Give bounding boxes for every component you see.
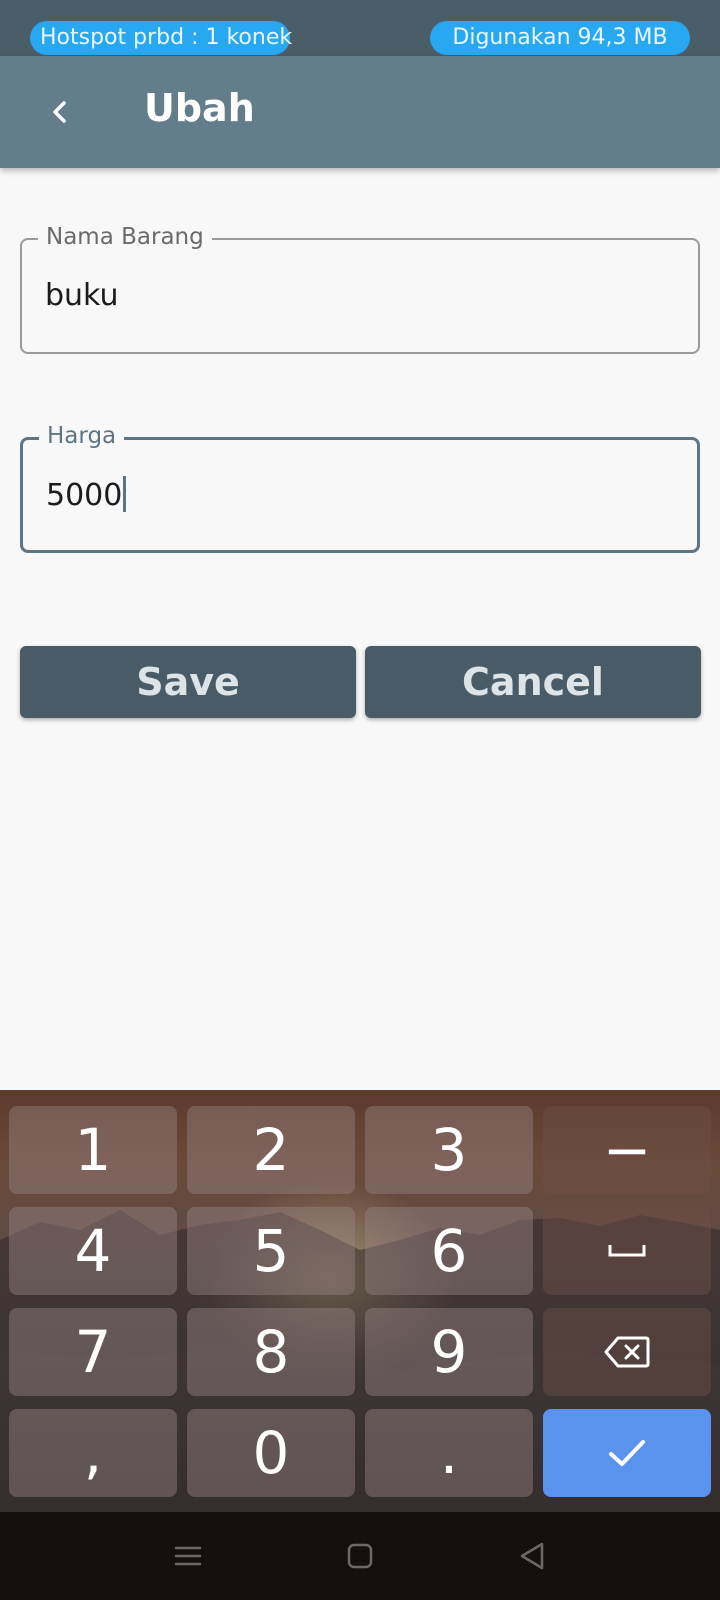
nav-home-button[interactable] <box>338 1534 382 1578</box>
key-space[interactable] <box>543 1207 711 1295</box>
data-usage-indicator: Digunakan 94,3 MB <box>430 21 690 55</box>
check-icon <box>609 1440 645 1466</box>
key-0[interactable]: 0 <box>187 1409 355 1497</box>
status-bar: Hotspot prbd : 1 konek Digunakan 94,3 MB <box>0 0 720 56</box>
key-1[interactable]: 1 <box>9 1106 177 1194</box>
key-3[interactable]: 3 <box>365 1106 533 1194</box>
backspace-icon <box>604 1336 650 1368</box>
key-9[interactable]: 9 <box>365 1308 533 1396</box>
home-icon <box>347 1543 373 1569</box>
nav-back-button[interactable] <box>510 1534 554 1578</box>
key-period[interactable]: . <box>365 1409 533 1497</box>
price-value-wrap: 5000 <box>46 475 127 513</box>
price-label: Harga <box>39 423 125 449</box>
key-comma[interactable]: , <box>9 1409 177 1497</box>
cancel-button[interactable]: Cancel <box>365 646 701 718</box>
key-5[interactable]: 5 <box>187 1207 355 1295</box>
key-6[interactable]: 6 <box>365 1207 533 1295</box>
item-name-value: buku <box>45 278 119 313</box>
save-button[interactable]: Save <box>20 646 356 718</box>
chevron-left-icon <box>53 101 66 123</box>
key-2[interactable]: 2 <box>187 1106 355 1194</box>
app-bar: Ubah <box>0 56 720 168</box>
item-name-label: Nama Barang <box>38 224 212 250</box>
key-8[interactable]: 8 <box>187 1308 355 1396</box>
space-icon <box>608 1245 646 1257</box>
key-minus[interactable]: − <box>543 1106 711 1194</box>
key-4[interactable]: 4 <box>9 1207 177 1295</box>
text-caret <box>123 475 127 512</box>
item-name-field[interactable]: Nama Barang buku <box>20 224 700 354</box>
system-nav-bar <box>0 1512 720 1600</box>
key-done[interactable] <box>543 1409 711 1497</box>
menu-icon <box>174 1546 202 1566</box>
hotspot-indicator: Hotspot prbd : 1 konek <box>30 21 292 55</box>
back-triangle-icon <box>520 1542 544 1570</box>
price-value: 5000 <box>46 478 123 513</box>
numeric-keyboard: 1 2 3 − 4 5 6 7 8 9 , 0 . <box>0 1090 720 1512</box>
back-button[interactable] <box>30 82 90 142</box>
key-backspace[interactable] <box>543 1308 711 1396</box>
key-7[interactable]: 7 <box>9 1308 177 1396</box>
nav-menu-button[interactable] <box>166 1534 210 1578</box>
price-field[interactable]: Harga 5000 <box>20 423 700 553</box>
page-title: Ubah <box>144 86 255 130</box>
